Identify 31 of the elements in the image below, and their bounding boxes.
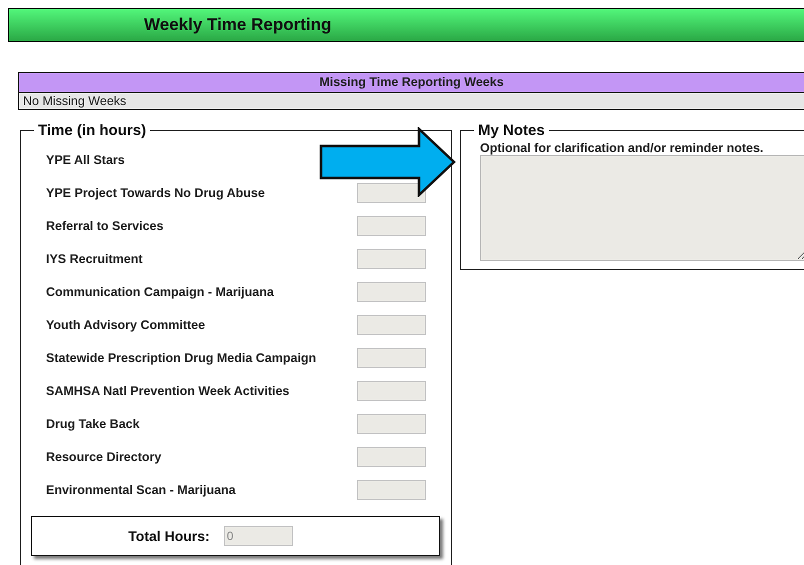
arrow-icon	[319, 127, 457, 197]
activity-label: Youth Advisory Committee	[45, 318, 206, 332]
panel-legend: Time (in hours)	[34, 122, 150, 139]
notes-hint: Optional for clarification and/or reminder notes.	[479, 141, 764, 155]
hours-input[interactable]	[357, 380, 426, 400]
hours-input[interactable]	[357, 314, 426, 334]
activity-label: Statewide Prescription Drug Media Campaign	[45, 350, 316, 364]
activity-label: SAMHSA Natl Prevention Week Activities	[45, 384, 290, 398]
activity-label: Drug Take Back	[45, 416, 140, 430]
table-header: Missing Time Reporting Weeks	[19, 73, 804, 93]
total-hours-field[interactable]: 0	[224, 526, 293, 546]
hours-input[interactable]	[357, 182, 426, 202]
activity-label: IYS Recruitment	[45, 252, 143, 266]
activity-label: Resource Directory	[45, 450, 162, 464]
activity-label: Referral to Services	[45, 218, 164, 232]
activity-label: Environmental Scan - Marijuana	[45, 482, 236, 496]
hours-input[interactable]	[357, 216, 426, 236]
hours-input[interactable]	[357, 414, 426, 434]
hours-input[interactable]	[357, 348, 426, 368]
hours-input[interactable]	[357, 480, 426, 500]
activity-label: Communication Campaign - Marijuana	[45, 284, 274, 298]
hours-input[interactable]	[357, 282, 426, 302]
total-hours-label: Total Hours:	[128, 528, 210, 544]
hours-input[interactable]	[357, 248, 426, 268]
activity-label: YPE Project Towards No Drug Abuse	[45, 186, 265, 200]
notes-field[interactable]	[480, 155, 804, 261]
table-cell: No Missing Weeks	[19, 93, 804, 109]
hours-input[interactable]	[357, 446, 426, 466]
activity-label: YPE All Stars	[45, 152, 125, 166]
panel-legend: My Notes	[474, 122, 549, 139]
page-title: Weekly Time Reporting	[144, 15, 332, 35]
